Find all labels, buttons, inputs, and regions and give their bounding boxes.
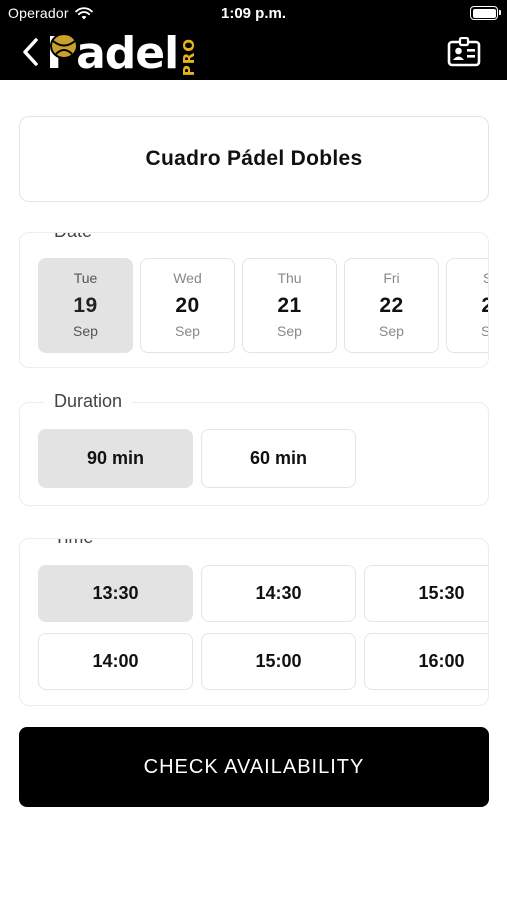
duration-list: 90 min 60 min [38, 429, 356, 488]
time-slot[interactable]: 14:00 [38, 633, 193, 690]
date-option[interactable]: Wed 20 Sep [140, 258, 235, 353]
status-bar: Operador 1:09 p.m. [0, 0, 507, 28]
app-logo: Padel PRO [46, 26, 198, 78]
profile-card-button[interactable] [447, 36, 481, 67]
time-slot[interactable]: 15:00 [201, 633, 356, 690]
date-day: 20 [175, 294, 200, 317]
date-weekday: Thu [277, 270, 302, 286]
date-day: 21 [277, 294, 302, 317]
date-weekday: Tue [73, 270, 98, 286]
date-month: Sep [447, 323, 488, 341]
status-time: 1:09 p.m. [220, 5, 287, 22]
time-section-label: Time [44, 539, 104, 549]
date-day: 23 [447, 294, 488, 320]
check-availability-button[interactable]: CHECK AVAILABILITY [19, 727, 489, 807]
duration-section-label: Duration [44, 389, 133, 413]
app-header: Operador 1:09 p.m. Padel PRO [0, 0, 507, 80]
date-section-label: Date [44, 233, 103, 243]
time-slot[interactable]: 14:30 [201, 565, 356, 622]
battery-icon [470, 6, 501, 20]
date-month: Sep [277, 323, 302, 339]
time-slot[interactable]: 13:30 [38, 565, 193, 622]
time-section: Time 13:30 14:30 15:30 14:00 15:00 16:00 [19, 538, 489, 706]
date-month: Sep [379, 323, 404, 339]
date-month: Sep [175, 323, 200, 339]
date-list: Tue 19 Sep Wed 20 Sep Thu 21 Sep Fri 22 … [38, 258, 488, 353]
date-weekday: Wed [173, 270, 202, 286]
date-month: Sep [73, 323, 98, 339]
chevron-left-icon [23, 38, 38, 66]
court-title: Cuadro Pádel Dobles [145, 147, 363, 170]
logo-suffix: PRO [180, 37, 199, 76]
date-day: 22 [379, 294, 404, 317]
date-weekday: Fri [383, 270, 400, 286]
date-day: 19 [73, 294, 98, 317]
duration-section: Duration 90 min 60 min [19, 389, 489, 506]
time-slot[interactable]: 16:00 [364, 633, 488, 690]
date-option[interactable]: Thu 21 Sep [242, 258, 337, 353]
date-option[interactable]: Sat 23 Sep [446, 258, 488, 353]
time-slot-grid: 13:30 14:30 15:30 14:00 15:00 16:00 [38, 565, 488, 690]
duration-option[interactable]: 90 min [38, 429, 193, 488]
date-section: Date Tue 19 Sep Wed 20 Sep Thu 21 Sep Fr… [19, 232, 489, 368]
padel-ball-icon [50, 33, 78, 59]
duration-option[interactable]: 60 min [201, 429, 356, 488]
id-card-icon [447, 36, 481, 67]
time-slot[interactable]: 15:30 [364, 565, 488, 622]
date-option[interactable]: Fri 22 Sep [344, 258, 439, 353]
date-weekday: Sat [447, 270, 488, 288]
back-button[interactable] [20, 34, 42, 70]
date-option[interactable]: Tue 19 Sep [38, 258, 133, 353]
court-title-card: Cuadro Pádel Dobles [19, 116, 489, 202]
